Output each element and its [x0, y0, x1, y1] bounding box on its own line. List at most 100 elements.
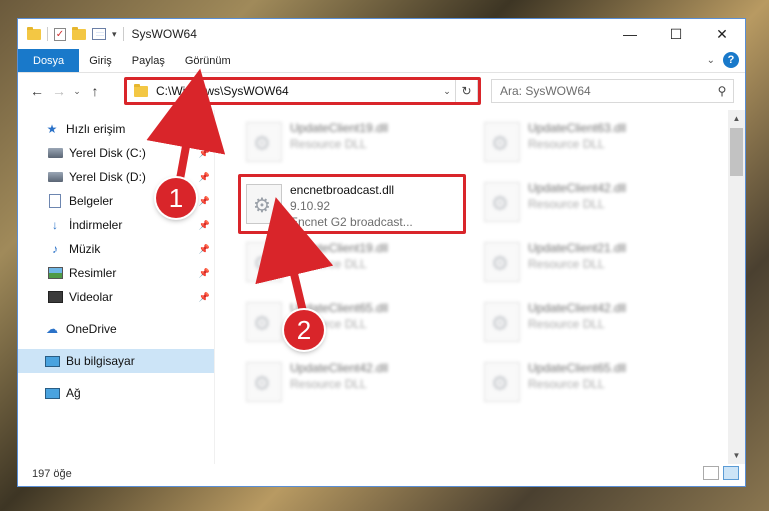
pin-icon[interactable]: 📌 — [199, 292, 210, 303]
navigation-pane: ★ Hızlı erişim Yerel Disk (C:) 📌 Yerel D… — [18, 110, 214, 464]
details-view-icon[interactable] — [703, 466, 719, 480]
pictures-icon — [47, 266, 63, 280]
pin-icon[interactable]: 📌 — [199, 172, 210, 183]
file-description: Resource DLL — [290, 377, 367, 391]
tab-home[interactable]: Giriş — [79, 49, 122, 72]
disk-icon — [47, 170, 63, 184]
tab-view[interactable]: Görünüm — [175, 49, 241, 72]
file-tile[interactable]: UpdateClient19.dll Resource DLL — [238, 115, 466, 169]
file-name: UpdateClient42.dll — [290, 361, 389, 375]
file-description: Resource DLL — [528, 197, 605, 211]
forward-button[interactable]: → — [48, 80, 70, 102]
sidebar-item-label: Resimler — [69, 266, 117, 280]
callout-1: 1 — [156, 178, 196, 218]
dll-file-icon — [246, 362, 282, 402]
file-name: UpdateClient19.dll — [290, 121, 389, 135]
close-button[interactable]: ✕ — [699, 19, 745, 49]
disk-icon — [47, 146, 63, 160]
file-name: UpdateClient42.dll — [528, 181, 627, 195]
sidebar-item-downloads[interactable]: ↓ İndirmeler 📌 — [18, 213, 214, 237]
dll-file-icon — [484, 302, 520, 342]
qa-customize-dropdown[interactable]: ▾ — [112, 29, 117, 40]
file-tile[interactable]: UpdateClient65.dll Resource DLL — [238, 295, 466, 349]
computer-icon — [44, 354, 60, 368]
sidebar-item-network[interactable]: Ağ — [18, 381, 214, 405]
file-description: Resource DLL — [528, 377, 605, 391]
network-icon — [44, 386, 60, 400]
file-highlight-box — [238, 174, 466, 234]
file-tile[interactable]: UpdateClient63.dll Resource DLL — [476, 115, 704, 169]
minimize-button[interactable]: — — [607, 19, 653, 49]
sidebar-item-label: Videolar — [69, 290, 113, 304]
file-name: UpdateClient42.dll — [528, 301, 627, 315]
file-name: UpdateClient65.dll — [528, 361, 627, 375]
sidebar-item-quick-access[interactable]: ★ Hızlı erişim — [18, 117, 214, 141]
maximize-button[interactable]: ☐ — [653, 19, 699, 49]
dll-file-icon — [484, 122, 520, 162]
dll-file-icon — [484, 182, 520, 222]
dll-file-icon — [246, 122, 282, 162]
ribbon-right: ⌄ ? — [707, 52, 739, 68]
status-bar: 197 öğe — [18, 462, 745, 486]
customize-view-icon[interactable] — [92, 28, 106, 40]
sidebar-item-local-disk-c[interactable]: Yerel Disk (C:) 📌 — [18, 141, 214, 165]
star-icon: ★ — [46, 122, 58, 136]
pin-icon[interactable]: 📌 — [199, 148, 210, 159]
sidebar-item-pictures[interactable]: Resimler 📌 — [18, 261, 214, 285]
file-list: UpdateClient19.dll Resource DLL encnetbr… — [224, 111, 724, 463]
pin-icon[interactable]: 📌 — [199, 196, 210, 207]
navigation-bar: ← → ⌄ ↑ C:\Windows\SysWOW64 ⌄ ↻ Ara: Sys… — [18, 73, 745, 109]
sidebar-item-label: Ağ — [66, 386, 81, 400]
sidebar-item-this-pc[interactable]: Bu bilgisayar — [18, 349, 214, 373]
vertical-scrollbar[interactable]: ▲ ▼ — [728, 110, 745, 464]
sidebar-item-label: Belgeler — [69, 194, 114, 208]
sidebar-item-music[interactable]: ♪ Müzik 📌 — [18, 237, 214, 261]
expand-ribbon-icon[interactable]: ⌄ — [707, 55, 715, 66]
documents-icon — [47, 194, 63, 208]
sidebar-item-label: Yerel Disk (C:) — [69, 146, 146, 160]
downloads-icon: ↓ — [52, 218, 58, 232]
title-bar: ✓ ▾ SysWOW64 — ☐ ✕ — [18, 19, 745, 49]
dll-file-icon — [246, 302, 282, 342]
search-box[interactable]: Ara: SysWOW64 ⚲ — [491, 79, 734, 103]
file-tile[interactable]: UpdateClient65.dll Resource DLL — [476, 355, 704, 409]
toolbar-separator — [122, 27, 124, 41]
sidebar-item-label: Bu bilgisayar — [66, 354, 135, 368]
file-tile[interactable]: UpdateClient19.dll Resource DLL — [238, 235, 466, 289]
back-button[interactable]: ← — [26, 80, 48, 102]
sidebar-item-label: Müzik — [69, 242, 101, 256]
pin-icon[interactable]: 📌 — [199, 268, 210, 279]
file-description: Resource DLL — [528, 137, 605, 151]
dll-file-icon — [484, 242, 520, 282]
properties-check-icon[interactable]: ✓ — [54, 27, 66, 41]
item-count: 197 öğe — [32, 468, 72, 480]
file-name: UpdateClient19.dll — [290, 241, 389, 255]
pin-icon[interactable]: 📌 — [199, 244, 210, 255]
file-tile[interactable]: UpdateClient42.dll Resource DLL — [476, 175, 704, 229]
sidebar-item-label: Yerel Disk (D:) — [69, 170, 146, 184]
scroll-up-icon[interactable]: ▲ — [728, 110, 745, 127]
tab-file[interactable]: Dosya — [18, 49, 80, 72]
cloud-icon: ☁ — [46, 322, 58, 336]
file-description: Resource DLL — [528, 317, 605, 331]
up-button[interactable]: ↑ — [84, 80, 106, 102]
sidebar-item-label: İndirmeler — [69, 218, 123, 232]
help-icon[interactable]: ? — [723, 52, 739, 68]
window-title: SysWOW64 — [131, 27, 197, 41]
file-tile[interactable]: UpdateClient42.dll Resource DLL — [238, 355, 466, 409]
scroll-thumb[interactable] — [730, 128, 743, 176]
recent-locations-dropdown[interactable]: ⌄ — [70, 86, 84, 97]
file-description: Resource DLL — [290, 137, 367, 151]
address-highlight-box — [124, 77, 481, 105]
tab-share[interactable]: Paylaş — [122, 49, 175, 72]
sidebar-item-videos[interactable]: Videolar 📌 — [18, 285, 214, 309]
new-folder-icon[interactable] — [72, 26, 86, 40]
pin-icon[interactable]: 📌 — [199, 220, 210, 231]
search-input[interactable]: Ara: SysWOW64 — [500, 84, 711, 98]
file-tile[interactable]: UpdateClient42.dll Resource DLL — [476, 295, 704, 349]
search-icon[interactable]: ⚲ — [711, 84, 733, 98]
dll-file-icon — [246, 242, 282, 282]
large-icons-view-icon[interactable] — [723, 466, 739, 480]
file-tile[interactable]: UpdateClient21.dll Resource DLL — [476, 235, 704, 289]
sidebar-item-onedrive[interactable]: ☁ OneDrive — [18, 317, 214, 341]
